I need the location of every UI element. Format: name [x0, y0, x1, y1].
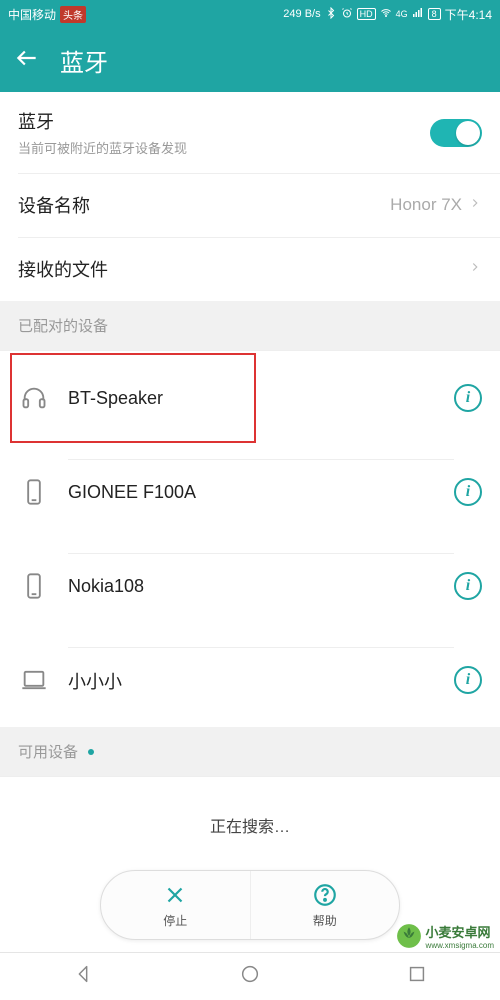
- bottom-action-pill: 停止 帮助: [100, 870, 400, 940]
- paired-section-header: 已配对的设备: [0, 301, 500, 351]
- stop-button[interactable]: 停止: [101, 871, 250, 939]
- searching-text: 正在搜索…: [210, 819, 290, 836]
- nav-recent-button[interactable]: [406, 963, 428, 990]
- phone-icon: [18, 476, 50, 508]
- device-row-xiaoxiaoxiao[interactable]: 小小小 i: [0, 633, 500, 727]
- watermark-text: 小麦安卓网: [426, 922, 494, 941]
- scanning-indicator-icon: [88, 749, 94, 755]
- device-name: 小小小: [68, 668, 122, 694]
- stop-label: 停止: [163, 912, 187, 929]
- available-section-header: 可用设备: [0, 727, 500, 777]
- device-name: BT-Speaker: [68, 388, 163, 409]
- 4g-icon: 4G: [396, 9, 408, 19]
- chevron-right-icon: [468, 260, 482, 279]
- app-header: 蓝牙: [0, 28, 500, 92]
- signal-icon: [412, 7, 424, 22]
- navigation-bar: [0, 952, 500, 1000]
- back-button[interactable]: [14, 45, 40, 76]
- nav-home-button[interactable]: [239, 963, 261, 990]
- watermark-logo-icon: [396, 923, 422, 949]
- phone-icon: [18, 570, 50, 602]
- settings-panel: 蓝牙 当前可被附近的蓝牙设备发现 设备名称 Honor 7X 接收的文件: [0, 92, 500, 301]
- page-title: 蓝牙: [60, 43, 108, 78]
- received-files-row[interactable]: 接收的文件: [0, 237, 500, 301]
- battery-indicator: 8: [428, 8, 441, 20]
- watermark: 小麦安卓网 www.xmsigma.com: [396, 922, 494, 950]
- bluetooth-switch[interactable]: [430, 119, 482, 147]
- help-button[interactable]: 帮助: [250, 871, 400, 939]
- laptop-icon: [18, 664, 50, 696]
- nav-back-button[interactable]: [72, 963, 94, 990]
- device-row-gionee[interactable]: GIONEE F100A i: [0, 445, 500, 539]
- wifi-icon: [380, 7, 392, 22]
- status-bar: 中国移动 头条 249 B/s HD 4G 8 下午4:14: [0, 0, 500, 28]
- device-name: GIONEE F100A: [68, 482, 196, 503]
- device-name-label: 设备名称: [18, 192, 390, 218]
- device-name-value: Honor 7X: [390, 195, 462, 215]
- device-info-button[interactable]: i: [454, 384, 482, 412]
- carrier-label: 中国移动: [8, 6, 56, 23]
- watermark-sub: www.xmsigma.com: [426, 941, 494, 950]
- device-row-nokia[interactable]: Nokia108 i: [0, 539, 500, 633]
- paired-devices-list: BT-Speaker i GIONEE F100A i Nokia108 i 小…: [0, 351, 500, 727]
- alarm-icon: [341, 7, 353, 22]
- bluetooth-icon: [325, 7, 337, 22]
- data-rate: 249 B/s: [283, 8, 320, 20]
- news-badge: 头条: [60, 6, 86, 23]
- device-row-bt-speaker[interactable]: BT-Speaker i: [0, 351, 500, 445]
- received-files-label: 接收的文件: [18, 256, 468, 282]
- bluetooth-row-title: 蓝牙: [18, 108, 430, 134]
- bluetooth-toggle-row[interactable]: 蓝牙 当前可被附近的蓝牙设备发现: [0, 92, 500, 173]
- help-label: 帮助: [313, 912, 337, 929]
- device-info-button[interactable]: i: [454, 572, 482, 600]
- device-name-row[interactable]: 设备名称 Honor 7X: [0, 173, 500, 237]
- device-info-button[interactable]: i: [454, 666, 482, 694]
- hd-badge: HD: [357, 8, 376, 20]
- chevron-right-icon: [468, 196, 482, 215]
- device-info-button[interactable]: i: [454, 478, 482, 506]
- bluetooth-row-subtitle: 当前可被附近的蓝牙设备发现: [18, 138, 430, 157]
- clock: 下午4:14: [445, 6, 492, 23]
- device-name: Nokia108: [68, 576, 144, 597]
- headphones-icon: [18, 382, 50, 414]
